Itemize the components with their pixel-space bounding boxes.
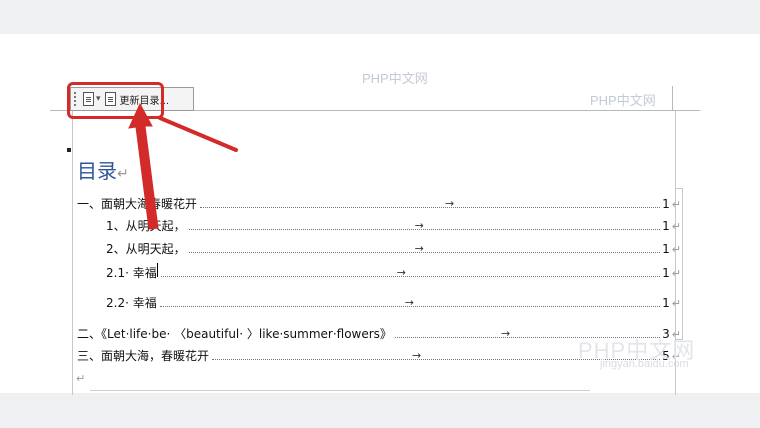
arrow-line [158, 116, 238, 152]
annotation-arrows [128, 102, 238, 230]
arrow-up-icon [128, 102, 159, 230]
